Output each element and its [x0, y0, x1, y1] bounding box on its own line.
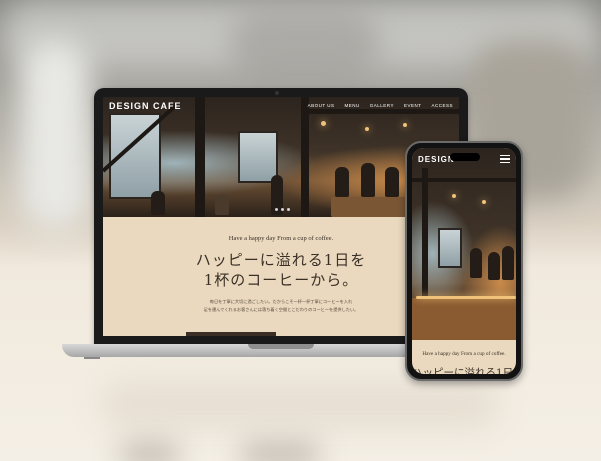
phone-mockup: DESIGN Have a happy day From a cup of co… — [405, 141, 523, 381]
laptop-opening-notch — [248, 344, 314, 349]
slider-dots[interactable] — [275, 208, 290, 211]
next-section-image-edge — [186, 332, 276, 336]
site-logo[interactable]: DESIGN CAFE — [109, 101, 182, 111]
phone-headline: ハッピーに溢れる1日を — [412, 367, 516, 374]
phone-screen: DESIGN Have a happy day From a cup of co… — [412, 148, 516, 374]
phone-tagline: Have a happy day From a cup of coffee. — [422, 351, 506, 357]
global-nav: ABOUT US MENU GALLERY EVENT ACCESS — [308, 103, 453, 108]
nav-event[interactable]: EVENT — [404, 103, 422, 108]
hamburger-menu-icon[interactable] — [500, 155, 510, 164]
nav-about-us[interactable]: ABOUT US — [308, 103, 335, 108]
laptop-camera — [275, 91, 279, 95]
phone-hero-photo — [412, 148, 516, 340]
laptop-foot — [84, 357, 100, 359]
dynamic-island — [450, 153, 480, 161]
nav-gallery[interactable]: GALLERY — [370, 103, 394, 108]
nav-menu[interactable]: MENU — [345, 103, 360, 108]
nav-access[interactable]: ACCESS — [431, 103, 453, 108]
